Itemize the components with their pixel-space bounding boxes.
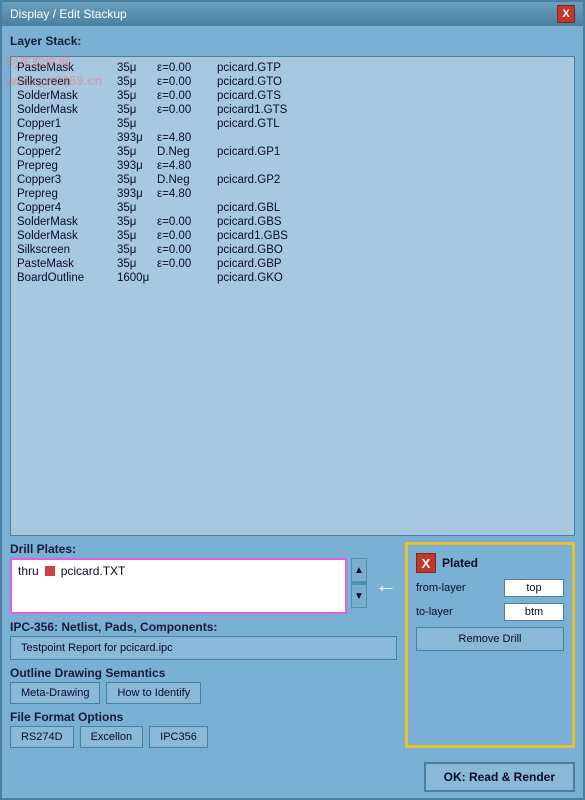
layer-row[interactable]: Copper235μD.Negpcicard.GP1 [13, 145, 572, 159]
layer-row[interactable]: SolderMask35με=0.00pcicard.GTS [13, 89, 572, 103]
layer-row[interactable]: PasteMask35με=0.00pcicard.GBP [13, 257, 572, 271]
layer-row[interactable]: SolderMask35με=0.00pcicard.GBS [13, 215, 572, 229]
main-window: Display / Edit Stackup X 河东软件网 www.pc035… [0, 0, 585, 800]
to-layer-label: to-layer [416, 606, 481, 618]
to-layer-row: to-layer [416, 603, 564, 621]
layer-row[interactable]: Silkscreen35με=0.00pcicard.GBO [13, 243, 572, 257]
drill-scroll-down[interactable]: ▼ [351, 584, 367, 608]
layer-row[interactable]: Copper335μD.Negpcicard.GP2 [13, 173, 572, 187]
meta-drawing-button[interactable]: Meta-Drawing [10, 682, 100, 704]
layer-row[interactable]: Prepreg393με=4.80 [13, 187, 572, 201]
layer-stack-scroll[interactable]: PasteMask35με=0.00pcicard.GTPSilkscreen3… [11, 57, 574, 535]
bottom-bar: OK: Read & Render [2, 756, 583, 798]
layer-stack-label: Layer Stack: [10, 34, 575, 48]
left-panel: Drill Plates: thru pcicard.TXT [10, 542, 397, 748]
from-layer-input[interactable] [504, 579, 564, 597]
how-to-identify-button[interactable]: How to Identify [106, 682, 201, 704]
drill-item[interactable]: thru pcicard.TXT [12, 560, 345, 582]
outline-label: Outline Drawing Semantics [10, 666, 397, 680]
from-layer-row: from-layer [416, 579, 564, 597]
drill-plates-label: Drill Plates: [10, 542, 397, 556]
bottom-area: Drill Plates: thru pcicard.TXT [10, 542, 575, 748]
layer-row[interactable]: BoardOutline1600μpcicard.GKO [13, 271, 572, 285]
layer-row[interactable]: SolderMask35με=0.00pcicard1.GBS [13, 229, 572, 243]
layer-row[interactable]: SolderMask35με=0.00pcicard1.GTS [13, 103, 572, 117]
plated-panel: X Plated from-layer to-layer Remove Dril… [405, 542, 575, 748]
title-bar: Display / Edit Stackup X [2, 2, 583, 26]
from-layer-label: from-layer [416, 582, 481, 594]
ipc356-button[interactable]: IPC356 [149, 726, 208, 748]
layer-row[interactable]: Prepreg393με=4.80 [13, 159, 572, 173]
layer-row[interactable]: Silkscreen35με=0.00pcicard.GTO [13, 75, 572, 89]
ok-button[interactable]: OK: Read & Render [424, 762, 575, 792]
ipc-section: IPC-356: Netlist, Pads, Components: Test… [10, 620, 397, 660]
drill-list[interactable]: thru pcicard.TXT [10, 558, 347, 614]
ipc-button[interactable]: Testpoint Report for pcicard.ipc [10, 636, 397, 660]
remove-drill-button[interactable]: Remove Drill [416, 627, 564, 651]
file-format-section: File Format Options RS274D Excellon IPC3… [10, 710, 397, 748]
layer-row[interactable]: Copper135μpcicard.GTL [13, 117, 572, 131]
layer-row[interactable]: PasteMask35με=0.00pcicard.GTP [13, 61, 572, 75]
drill-plates-section: Drill Plates: thru pcicard.TXT [10, 542, 397, 614]
layer-stack-panel: PasteMask35με=0.00pcicard.GTPSilkscreen3… [10, 56, 575, 536]
ipc-label: IPC-356: Netlist, Pads, Components: [10, 620, 397, 634]
drill-dot [45, 566, 55, 576]
plated-x-button[interactable]: X [416, 553, 436, 573]
file-format-label: File Format Options [10, 710, 397, 724]
outline-section: Outline Drawing Semantics Meta-Drawing H… [10, 666, 397, 704]
outline-btn-group: Meta-Drawing How to Identify [10, 682, 397, 704]
layer-row[interactable]: Prepreg393με=4.80 [13, 131, 572, 145]
plated-label: Plated [442, 556, 478, 570]
plated-row: X Plated [416, 553, 564, 573]
to-layer-input[interactable] [504, 603, 564, 621]
layer-row[interactable]: Copper435μpcicard.GBL [13, 201, 572, 215]
close-button[interactable]: X [557, 5, 575, 23]
window-title: Display / Edit Stackup [10, 7, 127, 21]
arrow-indicator: ← [375, 572, 397, 598]
excellon-button[interactable]: Excellon [80, 726, 144, 748]
drill-scroll-up[interactable]: ▲ [351, 558, 367, 582]
file-format-btn-group: RS274D Excellon IPC356 [10, 726, 397, 748]
rs274d-button[interactable]: RS274D [10, 726, 74, 748]
